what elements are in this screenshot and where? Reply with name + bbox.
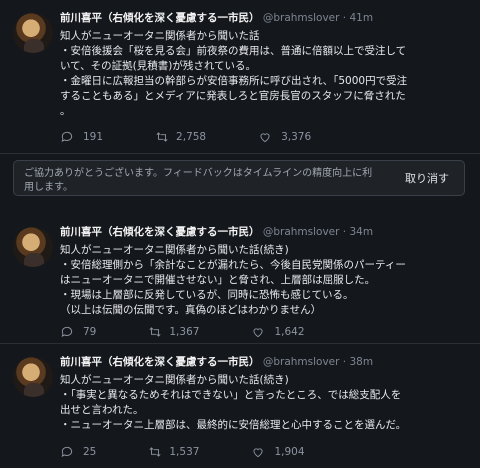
tweet-line: ・現場は上層部に反発しているが、同時に恐怖も感じている。 bbox=[60, 289, 354, 301]
tweet-line: ・「事実と異なるためそれはできない」と言ったところ、では総支配人を bbox=[60, 389, 402, 401]
heart-icon bbox=[260, 133, 270, 143]
like-count: 1,904 bbox=[274, 446, 305, 458]
like-button[interactable]: 1,904 bbox=[251, 445, 305, 459]
tweet-line: いて、その証拠(見積書)が残されている。 bbox=[60, 60, 257, 72]
tweet-actions: 79 1,367 1,642 bbox=[60, 325, 357, 339]
tweet-text: 知人がニューオータニ関係者から聞いた話(続き) ・安倍総理側から「余計なことが漏… bbox=[60, 243, 470, 318]
time-separator: · bbox=[342, 356, 347, 368]
retweet-count: 1,367 bbox=[169, 326, 200, 338]
author-handle[interactable]: @brahmslover bbox=[263, 356, 340, 368]
tweet-line: ・安倍総理側から「余計なことが漏れたら、今後自民党関係のパーティー bbox=[60, 259, 406, 271]
tweet-line: ・金曜日に広報担当の幹部らが安倍事務所に呼び出され、「5000円で受注 bbox=[60, 75, 408, 87]
tweet-header: 前川喜平（右傾化を深く憂慮する一市民） @brahmslover · 38m bbox=[60, 355, 470, 369]
retweet-button[interactable]: 2,758 bbox=[155, 130, 206, 144]
retweet-icon bbox=[149, 447, 161, 457]
retweet-button[interactable]: 1,367 bbox=[148, 325, 199, 339]
heart-icon bbox=[253, 448, 263, 458]
author-avatar[interactable] bbox=[13, 13, 53, 53]
undo-button[interactable]: 取り消す bbox=[398, 169, 456, 189]
reply-button[interactable]: 191 bbox=[60, 130, 103, 144]
tweet-time[interactable]: 34m bbox=[349, 226, 373, 238]
time-separator: · bbox=[342, 226, 347, 238]
tweet-2[interactable]: 前川喜平（右傾化を深く憂慮する一市民） @brahmslover · 34m 知… bbox=[0, 218, 480, 344]
tweet-line: 知人がニューオータニ関係者から聞いた話(続き) bbox=[60, 244, 289, 256]
tweet-line: 出せと言われた。 bbox=[60, 404, 144, 416]
tweet-text: 知人がニューオータニ関係者から聞いた話 ・安倍後援会「桜を見る会」前夜祭の費用は… bbox=[60, 29, 470, 119]
tweet-header: 前川喜平（右傾化を深く憂慮する一市民） @brahmslover · 34m bbox=[60, 225, 470, 239]
retweet-icon bbox=[149, 327, 161, 337]
time-separator: · bbox=[342, 12, 347, 24]
author-name[interactable]: 前川喜平（右傾化を深く憂慮する一市民） bbox=[60, 356, 260, 368]
reply-count: 25 bbox=[83, 446, 97, 458]
author-avatar[interactable] bbox=[13, 227, 53, 267]
retweet-button[interactable]: 1,537 bbox=[148, 445, 199, 459]
tweet-line: ・安倍後援会「桜を見る会」前夜祭の費用は、普通に倍額以上で受注して bbox=[60, 45, 407, 57]
author-name[interactable]: 前川喜平（右傾化を深く憂慮する一市民） bbox=[60, 226, 260, 238]
retweet-count: 2,758 bbox=[176, 131, 207, 143]
tweet-content: 前川喜平（右傾化を深く憂慮する一市民） @brahmslover · 34m 知… bbox=[60, 225, 470, 318]
reply-icon bbox=[61, 131, 73, 142]
reply-button[interactable]: 79 bbox=[60, 325, 96, 339]
tweet-actions: 25 1,537 1,904 bbox=[60, 445, 357, 459]
tweet-line: することもある」とメディアに発表しろと官房長官のスタッフに脅された bbox=[60, 90, 406, 102]
tweet-text: 知人がニューオータニ関係者から聞いた話(続き) ・「事実と異なるためそれはできな… bbox=[60, 373, 470, 433]
reply-count: 191 bbox=[83, 131, 104, 143]
reply-icon bbox=[61, 326, 73, 337]
like-count: 1,642 bbox=[274, 326, 305, 338]
like-count: 3,376 bbox=[281, 131, 312, 143]
reply-icon bbox=[61, 446, 73, 457]
feedback-message: ご協力ありがとうございます。フィードバックはタイムラインの精度向上に利用します。 bbox=[24, 168, 373, 193]
tweet-line: 知人がニューオータニ関係者から聞いた話 bbox=[60, 30, 260, 42]
tweet-time[interactable]: 38m bbox=[349, 356, 373, 368]
tweet-content: 前川喜平（右傾化を深く憂慮する一市民） @brahmslover · 38m 知… bbox=[60, 355, 470, 433]
tweet-time[interactable]: 41m bbox=[349, 12, 373, 24]
tweet-line: （以上は伝聞の伝聞です。真偽のほどはわかりません） bbox=[60, 304, 322, 316]
tweet-actions: 191 2,758 3,376 bbox=[60, 130, 363, 144]
tweet-line: 。 bbox=[60, 105, 71, 117]
tweet-line: 知人がニューオータニ関係者から聞いた話(続き) bbox=[60, 374, 289, 386]
tweet-line: ・ニューオータニ上層部は、最終的に安倍総理と心中することを選んだ。 bbox=[60, 419, 407, 431]
feedback-banner: ご協力ありがとうございます。フィードバックはタイムラインの精度向上に利用します。… bbox=[13, 160, 465, 196]
tweet-line: はニューオータニで開催させない」と脅され、上層部は屈服した。 bbox=[60, 274, 376, 286]
reply-button[interactable]: 25 bbox=[60, 445, 96, 459]
author-name[interactable]: 前川喜平（右傾化を深く憂慮する一市民） bbox=[60, 12, 260, 24]
tweet-content: 前川喜平（右傾化を深く憂慮する一市民） @brahmslover · 41m 知… bbox=[60, 11, 470, 119]
tweet-3[interactable]: 前川喜平（右傾化を深く憂慮する一市民） @brahmslover · 38m 知… bbox=[0, 344, 480, 468]
reply-count: 79 bbox=[83, 326, 97, 338]
author-handle[interactable]: @brahmslover bbox=[263, 12, 340, 24]
retweet-icon bbox=[156, 132, 168, 142]
like-button[interactable]: 1,642 bbox=[251, 325, 305, 339]
author-avatar[interactable] bbox=[13, 357, 53, 397]
like-button[interactable]: 3,376 bbox=[258, 130, 311, 144]
tweet-1[interactable]: 前川喜平（右傾化を深く憂慮する一市民） @brahmslover · 41m 知… bbox=[0, 0, 480, 154]
heart-icon bbox=[253, 328, 263, 338]
author-handle[interactable]: @brahmslover bbox=[263, 226, 340, 238]
tweet-header: 前川喜平（右傾化を深く憂慮する一市民） @brahmslover · 41m bbox=[60, 11, 470, 25]
retweet-count: 1,537 bbox=[169, 446, 200, 458]
